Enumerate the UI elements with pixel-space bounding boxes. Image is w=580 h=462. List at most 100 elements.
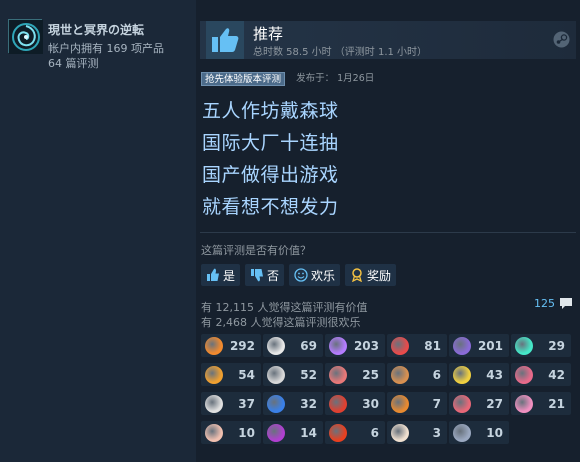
cloud-icon xyxy=(391,423,409,442)
review-text-line-3: 国产做得出游戏 xyxy=(202,164,339,186)
smiley-icon xyxy=(294,268,308,282)
award-item[interactable]: 27 xyxy=(449,392,509,415)
award-item[interactable]: 10 xyxy=(201,421,261,444)
pig-face-icon xyxy=(515,365,533,384)
early-access-badge: 抢先体验版本评测 xyxy=(201,72,286,86)
award-count: 10 xyxy=(238,425,255,440)
award-item[interactable]: 21 xyxy=(511,392,571,415)
funny-count: 有 2,468 人觉得这篇评测很欢乐 xyxy=(201,316,361,329)
clown-icon xyxy=(205,423,223,442)
review-panel: 推荐 总时数 58.5 小时 （评测时 1.1 小时） 抢先体验版本评测 发布于… xyxy=(196,0,580,462)
award-count: 27 xyxy=(486,396,503,411)
review-text-line-1: 五人作坊戴森球 xyxy=(202,100,339,122)
award-count: 37 xyxy=(238,396,255,411)
award-count: 3 xyxy=(432,425,441,440)
award-item[interactable]: 37 xyxy=(201,392,261,415)
comet-icon xyxy=(515,336,533,355)
comment-count-value: 125 xyxy=(534,297,555,310)
review-header: 推荐 总时数 58.5 小时 （评测时 1.1 小时） xyxy=(200,21,576,59)
lion-icon xyxy=(329,423,347,442)
award-count: 29 xyxy=(548,338,565,353)
vote-buttons: 是 否 欢乐 奖励 xyxy=(201,264,397,286)
verdict-title[interactable]: 推荐 xyxy=(253,23,283,44)
reviews-count[interactable]: 64 篇评测 xyxy=(48,55,99,71)
award-count: 292 xyxy=(229,338,255,353)
pill-icon xyxy=(453,394,471,413)
pig-icon xyxy=(515,394,533,413)
rooster-icon xyxy=(329,394,347,413)
award-count: 69 xyxy=(300,338,317,353)
award-count: 52 xyxy=(300,367,317,382)
horse-icon xyxy=(453,336,471,355)
award-count: 10 xyxy=(486,425,503,440)
award-count: 32 xyxy=(300,396,317,411)
award-item[interactable]: 69 xyxy=(263,334,323,357)
shoe-icon xyxy=(267,423,285,442)
divider xyxy=(200,232,576,233)
award-item[interactable]: 6 xyxy=(325,421,385,444)
award-count: 201 xyxy=(477,338,503,353)
award-item[interactable]: 7 xyxy=(387,392,447,415)
award-count: 7 xyxy=(432,396,441,411)
fire-gun-icon xyxy=(205,336,223,355)
helpful-count: 有 12,115 人觉得这篇评测有价值 xyxy=(201,301,368,314)
award-count: 42 xyxy=(548,367,565,382)
award-item[interactable]: 3 xyxy=(387,421,447,444)
laugh-icon xyxy=(205,365,223,384)
profile-name[interactable]: 現世と冥界の逆転 xyxy=(48,21,144,38)
review-text-line-2: 国际大厂十连抽 xyxy=(202,132,339,154)
vote-funny-button[interactable]: 欢乐 xyxy=(289,264,341,286)
award-item[interactable]: 10 xyxy=(449,421,509,444)
award-item[interactable]: 292 xyxy=(201,334,261,357)
award-item[interactable]: 81 xyxy=(387,334,447,357)
potion-icon xyxy=(391,336,409,355)
products-count[interactable]: 帐户内拥有 169 项产品 xyxy=(48,40,164,56)
vote-no-button[interactable]: 否 xyxy=(245,264,285,286)
steam-logo-icon xyxy=(553,31,570,48)
award-item[interactable]: 29 xyxy=(511,334,571,357)
playtime: 总时数 58.5 小时 （评测时 1.1 小时） xyxy=(253,47,428,58)
wolf-icon xyxy=(453,423,471,442)
review-meta: 抢先体验版本评测 发布于： 1月26日 xyxy=(201,72,374,86)
award-item[interactable]: 25 xyxy=(325,363,385,386)
award-item[interactable]: 43 xyxy=(449,363,509,386)
comment-bubble-icon xyxy=(560,298,572,309)
cookie-icon xyxy=(391,365,409,384)
award-label: 奖励 xyxy=(367,268,392,283)
award-count: 6 xyxy=(432,367,441,382)
comment-count[interactable]: 125 xyxy=(534,297,573,310)
award-count: 203 xyxy=(353,338,379,353)
award-count: 25 xyxy=(362,367,379,382)
award-item[interactable]: 52 xyxy=(263,363,323,386)
thumbs-up-icon xyxy=(207,268,219,281)
statue-icon xyxy=(205,394,223,413)
review-text-line-4: 就看想不想发力 xyxy=(202,196,339,218)
posted-date: 发布于： 1月26日 xyxy=(296,73,375,84)
vote-yes-button[interactable]: 是 xyxy=(201,264,241,286)
award-item[interactable]: 42 xyxy=(511,363,571,386)
avatar[interactable] xyxy=(8,19,43,54)
crown-icon xyxy=(329,336,347,355)
award-item[interactable]: 201 xyxy=(449,334,509,357)
thumbs-up-icon xyxy=(206,21,244,59)
vote-no-label: 否 xyxy=(267,268,280,283)
helpful-question: 这篇评测是否有价值？ xyxy=(201,244,311,257)
award-item[interactable]: 54 xyxy=(201,363,261,386)
thumbs-down-icon xyxy=(251,269,264,282)
ufo-icon xyxy=(329,365,347,384)
award-count: 54 xyxy=(238,367,255,382)
award-item[interactable]: 30 xyxy=(325,392,385,415)
award-item[interactable]: 203 xyxy=(325,334,385,357)
award-item[interactable]: 14 xyxy=(263,421,323,444)
award-ribbon-icon xyxy=(352,268,363,282)
award-item[interactable]: 6 xyxy=(387,363,447,386)
vote-yes-label: 是 xyxy=(223,268,236,283)
vortex-icon xyxy=(9,20,43,54)
award-count: 6 xyxy=(370,425,379,440)
award-count: 81 xyxy=(424,338,441,353)
vote-funny-label: 欢乐 xyxy=(311,268,336,283)
award-button[interactable]: 奖励 xyxy=(345,264,397,286)
award-count: 14 xyxy=(300,425,317,440)
award-count: 30 xyxy=(362,396,379,411)
award-item[interactable]: 32 xyxy=(263,392,323,415)
